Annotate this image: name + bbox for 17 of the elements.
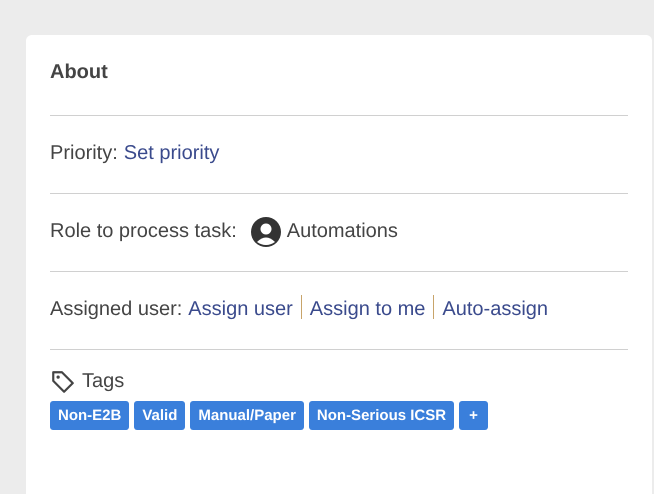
assign-link[interactable]: Auto-assign [442,298,548,320]
card-title: About [50,61,108,83]
assign-link[interactable]: Assign user [188,298,293,320]
tag-badge[interactable]: Non-E2B [50,401,130,430]
role-label: Role to process task: [50,219,237,244]
add-tag-button[interactable]: + [459,401,488,430]
role-value: Automations [286,219,398,244]
set-priority-link[interactable]: Set priority [124,142,220,164]
assigned-user-label: Assigned user: [50,298,182,320]
assign-link[interactable]: Assign to me [310,298,426,320]
tag-badge[interactable]: Valid [134,401,186,430]
tag-icon [50,368,76,394]
tags-label: Tags [82,369,124,394]
user-avatar-icon [250,216,281,246]
tag-badge[interactable]: Manual/Paper [190,401,304,430]
priority-label: Priority: [50,142,118,164]
tag-badge[interactable]: Non-Serious ICSR [308,401,454,430]
